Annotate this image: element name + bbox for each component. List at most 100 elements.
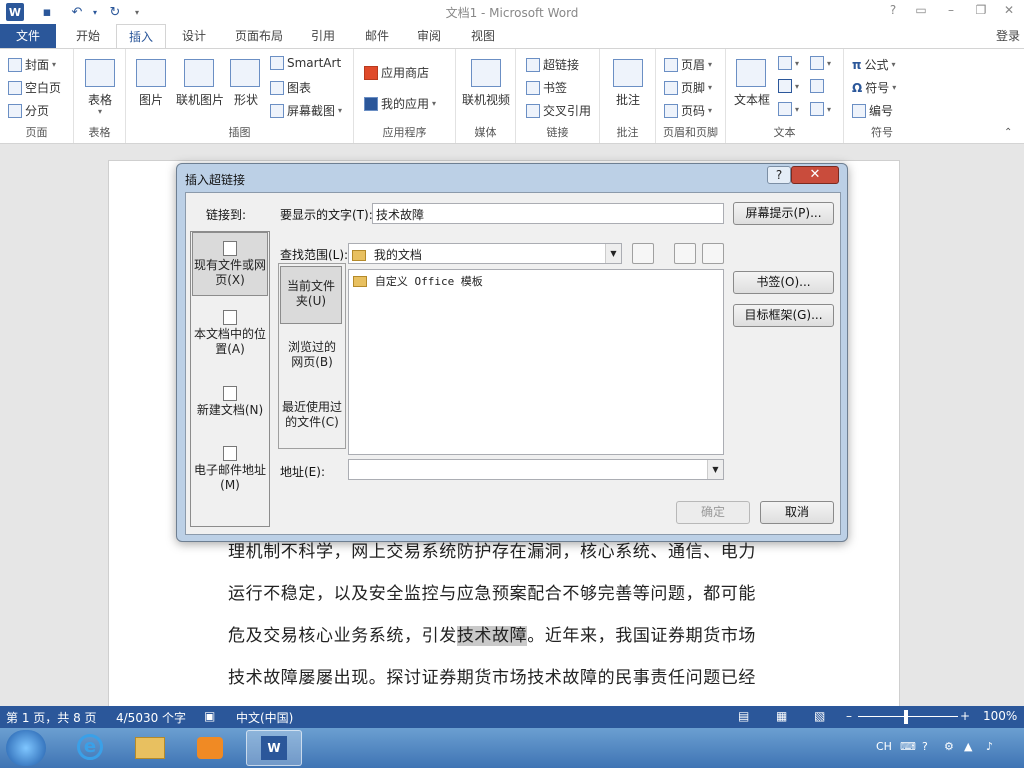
ribbon-display-options-icon[interactable]: ▭ [908,3,934,21]
start-button-icon[interactable] [6,730,46,766]
symbol-button[interactable]: Ω 符号 ▾ [852,79,896,96]
browse-web-icon[interactable] [632,243,654,264]
print-layout-icon[interactable]: ▦ [776,709,787,723]
drop-cap-button[interactable]: ▾ [778,102,799,116]
zoom-slider-thumb[interactable] [904,710,908,724]
picture-button[interactable]: 图片 [130,91,172,108]
help-button[interactable]: ? [880,3,906,21]
textbox-icon[interactable] [736,59,766,87]
restore-button[interactable]: ❐ [968,3,994,21]
keyboard-icon[interactable]: ⌨ [900,740,916,753]
screenshot-button[interactable]: 屏幕截图 ▾ [270,102,342,119]
link-place-in-document-option[interactable]: 本文档中的位 置(A) [191,310,269,366]
app-store-button[interactable]: 应用商店 [364,64,429,81]
online-video-button[interactable]: 联机视频 [456,91,516,108]
cover-page-button[interactable]: 封面 ▾ [8,56,56,73]
tab-review[interactable]: 审阅 [408,24,450,48]
table-icon[interactable] [85,59,115,87]
link-new-document-option[interactable]: 新建文档(N) [191,386,269,430]
browse-search-icon[interactable] [674,243,696,264]
read-mode-icon[interactable]: ▤ [738,709,749,723]
tab-design[interactable]: 设计 [172,24,216,48]
quick-parts-button[interactable]: ▾ [778,56,799,70]
chart-button[interactable]: 图表 [270,79,311,96]
tab-mailings[interactable]: 邮件 [356,24,398,48]
taskbar-ie-icon[interactable]: e [62,730,118,766]
comment-icon[interactable] [613,59,643,87]
screentip-button[interactable]: 屏幕提示(P)... [733,202,834,225]
tab-home[interactable]: 开始 [64,24,112,48]
recent-files-tab[interactable]: 最近使用过 的文件(C) [279,400,345,430]
bookmark-button[interactable]: 书签 [526,79,567,96]
textbox-button[interactable]: 文本框 [728,91,776,108]
selected-text[interactable]: 技术故障 [456,626,528,646]
current-folder-tab[interactable]: 当前文件 夹(U) [280,266,342,324]
ime-help-icon[interactable]: ? [922,740,928,753]
display-text-field[interactable]: 技术故障 [372,203,724,224]
taskbar-explorer-icon[interactable] [122,730,178,766]
footer-button[interactable]: 页脚 ▾ [664,79,712,96]
volume-icon[interactable]: ♪ [986,740,993,753]
cancel-button[interactable]: 取消 [760,501,834,524]
my-apps-button[interactable]: 我的应用 ▾ [364,95,436,112]
date-time-button[interactable] [810,79,824,93]
page-count[interactable]: 第 1 页，共 8 页 [6,709,97,726]
address-field[interactable]: ▼ [348,459,724,480]
taskbar-media-player-icon[interactable] [182,730,238,766]
online-picture-button[interactable]: 联机图片 [170,91,230,108]
taskbar-word-icon[interactable]: W [246,730,302,766]
close-window-button[interactable]: ✕ [996,3,1022,21]
zoom-level[interactable]: 100% [983,709,1017,723]
tab-references[interactable]: 引用 [302,24,344,48]
browse-file-folder-icon[interactable] [702,243,724,264]
dialog-close-button[interactable]: ✕ [791,166,839,184]
look-in-dropdown[interactable]: 我的文档 ▼ [348,243,622,264]
link-existing-file-option[interactable]: 现有文件或网 页(X) [192,232,268,296]
ok-button[interactable]: 确定 [676,501,750,524]
proofing-icon[interactable]: ▣ [204,709,215,723]
tab-insert[interactable]: 插入 [116,24,166,49]
look-in-dropdown-arrow[interactable]: ▼ [605,244,621,263]
file-list[interactable]: 自定义 Office 模板 [348,269,724,455]
word-count[interactable]: 4/5030 个字 [116,709,186,726]
zoom-out-button[interactable]: – [846,709,852,723]
language-indicator[interactable]: 中文(中国) [236,709,293,726]
tab-page-layout[interactable]: 页面布局 [228,24,290,48]
table-dropdown-icon[interactable]: ▾ [74,107,126,116]
equation-button[interactable]: π 公式 ▾ [852,56,896,73]
list-item[interactable]: 自定义 Office 模板 [353,273,483,289]
dialog-help-button[interactable]: ? [767,166,791,184]
picture-icon[interactable] [136,59,166,87]
zoom-slider-track[interactable] [858,716,958,717]
zoom-in-button[interactable]: + [960,709,970,723]
show-hidden-icons-icon[interactable]: ▲ [964,740,972,753]
smartart-button[interactable]: SmartArt [270,56,341,70]
cross-reference-button[interactable]: 交叉引用 [526,102,591,119]
login-link[interactable]: 登录 [996,27,1020,44]
online-video-icon[interactable] [471,59,501,87]
collapse-ribbon-icon[interactable]: ⌃ [1004,127,1012,138]
bookmark-button-dialog[interactable]: 书签(O)... [733,271,834,294]
comment-button[interactable]: 批注 [600,91,656,108]
shapes-icon[interactable] [230,59,260,87]
table-button[interactable]: 表格 [74,91,126,108]
minimize-button[interactable]: – [938,3,964,21]
browsed-pages-tab[interactable]: 浏览过的 网页(B) [279,340,345,370]
header-button[interactable]: 页眉 ▾ [664,56,712,73]
tab-view[interactable]: 视图 [462,24,504,48]
shapes-button[interactable]: 形状 [226,91,266,108]
ime-settings-icon[interactable]: ⚙ [944,740,954,753]
object-button[interactable]: ▾ [810,102,831,116]
web-layout-icon[interactable]: ▧ [814,709,825,723]
online-picture-icon[interactable] [184,59,214,87]
blank-page-button[interactable]: 空白页 [8,79,61,96]
page-number-button[interactable]: 页码 ▾ [664,102,712,119]
signature-line-button[interactable]: ▾ [810,56,831,70]
ime-indicator[interactable]: CH [876,740,892,753]
target-frame-button[interactable]: 目标框架(G)... [733,304,834,327]
page-break-button[interactable]: 分页 [8,102,49,119]
number-button[interactable]: 编号 [852,102,893,119]
tab-file[interactable]: 文件 [0,24,56,48]
wordart-button[interactable]: ▾ [778,79,799,93]
hyperlink-button[interactable]: 超链接 [526,56,579,73]
